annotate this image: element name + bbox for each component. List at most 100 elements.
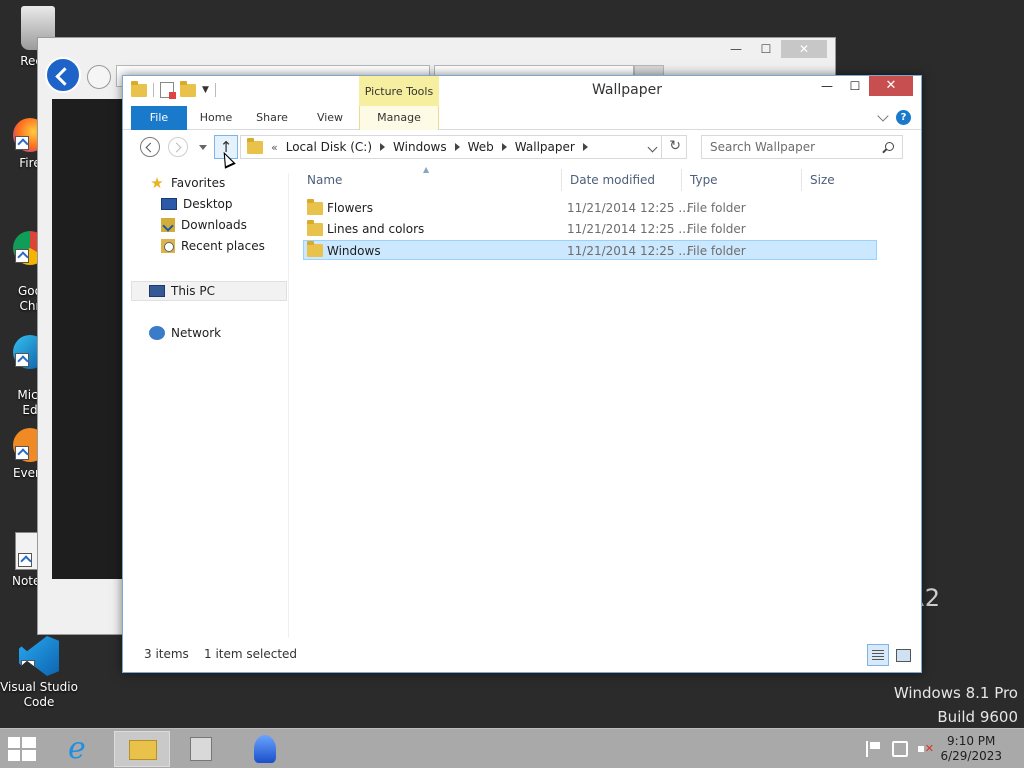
refresh-icon[interactable]: ↻ — [669, 138, 681, 154]
breadcrumb-wallpaper[interactable]: Wallpaper — [515, 140, 575, 154]
breadcrumb-separator-icon[interactable] — [501, 143, 507, 151]
nav-favorites-label: Favorites — [171, 176, 226, 190]
windows-logo-icon — [8, 737, 20, 748]
file-list: ▲ Name Date modified Type Size Flowers 1… — [299, 165, 913, 639]
browser-content-area — [52, 99, 132, 579]
breadcrumb-separator-icon[interactable] — [454, 143, 460, 151]
folder-icon — [307, 199, 323, 215]
browser-forward-button[interactable] — [87, 65, 111, 89]
column-header-name[interactable]: Name — [299, 169, 561, 191]
folder-icon — [307, 241, 323, 257]
breadcrumb-separator-icon[interactable] — [380, 143, 386, 151]
nav-this-pc-label: This PC — [171, 284, 215, 298]
nav-downloads-label: Downloads — [181, 218, 247, 232]
network-status-icon[interactable] — [892, 741, 908, 757]
navigation-pane: ★ Favorites Desktop Downloads Recent pla… — [131, 173, 289, 638]
os-watermark-edition: Windows 8.1 Pro — [893, 684, 1018, 702]
breadcrumb-local-disk[interactable]: Local Disk (C:) — [286, 140, 372, 154]
clock-date: 6/29/2023 — [940, 749, 1002, 763]
file-row[interactable]: Flowers 11/21/2014 12:25 ... File folder — [303, 198, 877, 218]
taskbar-app-blue[interactable] — [236, 731, 292, 767]
explorer-title-bar[interactable]: ▼ Picture Tools Wallpaper — ☐ ✕ — [123, 76, 921, 106]
forward-button[interactable] — [168, 137, 188, 157]
close-button[interactable]: ✕ — [869, 76, 913, 96]
column-header-type[interactable]: Type — [681, 169, 801, 191]
browser-back-button[interactable] — [45, 57, 81, 93]
taskbar-file-explorer[interactable] — [114, 731, 170, 767]
file-row-selected[interactable]: Windows 11/21/2014 12:25 ... File folder — [303, 240, 877, 260]
address-bar[interactable]: « Local Disk (C:) Windows Web Wallpaper … — [240, 135, 687, 159]
file-explorer-icon — [129, 740, 157, 760]
recent-places-icon — [161, 239, 175, 253]
action-center-flag-icon[interactable] — [866, 741, 882, 757]
taskbar: e ✕ 9:10 PM 6/29/2023 — [0, 728, 1024, 768]
tab-view[interactable]: View — [307, 106, 353, 130]
file-date: 11/21/2014 12:25 ... — [567, 244, 690, 258]
windows-logo-icon — [22, 750, 36, 761]
tab-home[interactable]: Home — [193, 106, 239, 130]
navigation-bar: ↑ « Local Disk (C:) Windows Web Wallpape… — [123, 131, 921, 165]
file-name: Windows — [327, 244, 381, 258]
desktop-icon-vscode[interactable]: Visual Studio Code — [0, 636, 79, 710]
system-tray: ✕ — [866, 741, 934, 757]
column-header-date-modified[interactable]: Date modified — [561, 169, 681, 191]
internet-explorer-icon: e — [68, 731, 86, 766]
file-explorer-window[interactable]: ▼ Picture Tools Wallpaper — ☐ ✕ File Hom… — [122, 75, 922, 673]
status-item-count: 3 items — [144, 647, 189, 661]
large-icons-view-button[interactable] — [893, 645, 913, 665]
browser-close-button[interactable]: ✕ — [781, 40, 827, 58]
nav-network[interactable]: Network — [149, 323, 221, 343]
taskbar-internet-explorer[interactable]: e — [56, 731, 112, 767]
expand-ribbon-icon[interactable] — [877, 110, 889, 122]
details-view-button[interactable] — [867, 644, 889, 666]
window-title: Wallpaper — [591, 82, 663, 98]
address-divider — [661, 136, 662, 158]
back-button[interactable] — [140, 137, 160, 157]
taskbar-clock[interactable]: 9:10 PM 6/29/2023 — [940, 734, 1002, 764]
search-input[interactable]: Search Wallpaper — [701, 135, 903, 159]
downloads-icon — [161, 218, 175, 232]
nav-desktop[interactable]: Desktop — [161, 194, 233, 214]
breadcrumb-overflow[interactable]: « — [271, 141, 278, 154]
address-history-dropdown-icon[interactable] — [647, 142, 658, 153]
blue-app-icon — [254, 735, 276, 763]
star-icon: ★ — [150, 174, 164, 192]
breadcrumb-windows[interactable]: Windows — [393, 140, 447, 154]
network-icon — [149, 326, 165, 340]
maximize-button[interactable]: ☐ — [841, 76, 869, 96]
breadcrumb-separator-icon[interactable] — [582, 143, 588, 151]
nav-network-label: Network — [171, 326, 222, 340]
file-type: File folder — [687, 222, 746, 236]
file-date: 11/21/2014 12:25 ... — [567, 201, 690, 215]
browser-maximize-button[interactable]: ☐ — [751, 40, 781, 58]
browser-minimize-button[interactable]: — — [721, 40, 751, 58]
nav-this-pc[interactable]: This PC — [149, 281, 215, 301]
os-watermark-build: Build 9600 — [937, 708, 1018, 726]
file-type: File folder — [687, 244, 746, 258]
volume-muted-icon[interactable]: ✕ — [918, 741, 934, 757]
nav-recent-places[interactable]: Recent places — [161, 236, 265, 256]
recent-locations-dropdown-icon[interactable] — [199, 145, 207, 150]
column-header-size[interactable]: Size — [801, 169, 879, 191]
start-button[interactable] — [8, 737, 38, 763]
ribbon-tabs: File Home Share View Manage ? — [123, 106, 921, 130]
nav-desktop-label: Desktop — [183, 197, 233, 211]
search-icon[interactable] — [885, 142, 894, 151]
breadcrumb-web[interactable]: Web — [468, 140, 494, 154]
help-icon[interactable]: ? — [896, 110, 911, 125]
clock-time: 9:10 PM — [947, 734, 996, 748]
file-row[interactable]: Lines and colors 11/21/2014 12:25 ... Fi… — [303, 219, 877, 239]
tab-share[interactable]: Share — [249, 106, 295, 130]
tab-file[interactable]: File — [131, 106, 187, 130]
nav-downloads[interactable]: Downloads — [161, 215, 247, 235]
folder-icon — [307, 220, 323, 236]
windows-logo-icon — [22, 737, 36, 748]
nav-favorites[interactable]: ★ Favorites — [149, 173, 225, 193]
taskbar-app[interactable] — [174, 731, 230, 767]
file-type: File folder — [687, 201, 746, 215]
tab-manage[interactable]: Manage — [359, 106, 439, 130]
search-placeholder: Search Wallpaper — [710, 140, 816, 154]
computer-icon — [149, 285, 165, 297]
folder-icon — [247, 137, 263, 154]
minimize-button[interactable]: — — [813, 76, 841, 96]
